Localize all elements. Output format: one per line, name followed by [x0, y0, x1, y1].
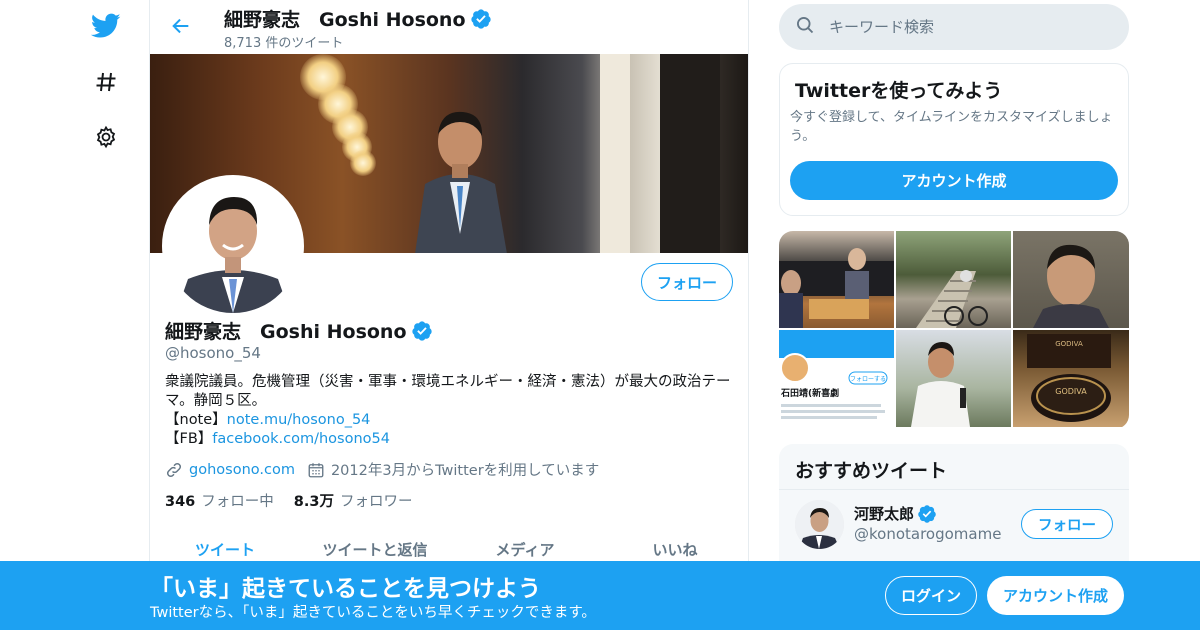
profile-avatar[interactable] [162, 175, 304, 317]
profile-handle: @hosono_54 [165, 344, 261, 362]
media-grid: フォローする石田靖(新喜劇 GODIVA GODIVA [779, 231, 1129, 429]
create-account-button[interactable]: アカウント作成 [790, 161, 1118, 200]
prompt-title: 「いま」起きていることを見つけよう [150, 576, 541, 602]
profile-stats: 346 フォロー中 8.3万 フォロワー [165, 490, 432, 511]
signup-prompt-bar: 「いま」起きていることを見つけよう Twitterなら、「いま」起きていることを… [0, 561, 1200, 630]
verified-badge-icon [411, 320, 432, 341]
follow-button[interactable]: フォロー [641, 263, 733, 301]
following-stat[interactable]: 346 フォロー中 [165, 490, 274, 511]
bio-fb-link[interactable]: facebook.com/hosono54 [212, 431, 390, 447]
header-name: 細野豪志 Goshi Hosono [224, 9, 466, 31]
profile-bio: 衆議院議員。危機管理（災害・軍事・環境エネルギー・経済・憲法）が最大の政治テーマ… [165, 373, 735, 449]
bio-note-link[interactable]: note.mu/hosono_54 [227, 412, 371, 428]
login-button[interactable]: ログイン [885, 576, 977, 615]
hashtag-icon[interactable] [90, 66, 122, 98]
signup-card: Twitterを使ってみよう 今すぐ登録して、タイムラインをカスタマイズしましょ… [779, 63, 1129, 216]
twitter-bird-icon[interactable] [90, 10, 122, 42]
followers-stat[interactable]: 8.3万 フォロワー [294, 490, 413, 511]
profile-header-bar: 細野豪志 Goshi Hosono 8,713 件のツイート [150, 0, 748, 54]
calendar-icon [307, 461, 325, 479]
search-input[interactable] [829, 18, 1109, 36]
media-tile-speech[interactable] [896, 330, 1011, 427]
divider [779, 489, 1129, 490]
banner-person [415, 111, 507, 253]
profile-name-text: 細野豪志 Goshi Hosono [165, 321, 407, 343]
profile-meta: gohosono.com 2012年3月からTwitterを利用しています [165, 459, 599, 480]
recommended-user-name-text: 河野太郎 [854, 505, 915, 523]
tile6-brand-lid: GODIVA [1055, 387, 1087, 396]
profile-name: 細野豪志 Goshi Hosono [165, 317, 433, 344]
signup-button[interactable]: アカウント作成 [987, 576, 1124, 615]
header-title: 細野豪志 Goshi Hosono [224, 5, 492, 32]
search-icon[interactable] [795, 15, 815, 39]
recommended-user-name: 河野太郎 [854, 503, 937, 524]
bio-fb-prefix: 【FB】 [165, 431, 213, 447]
gear-icon[interactable] [90, 121, 122, 153]
tile4-name-text: 石田靖(新喜劇 [780, 387, 839, 399]
following-count: 346 [165, 494, 196, 510]
profile-column: 細野豪志 Goshi Hosono 8,713 件のツイート フォロー 細野豪志… [149, 0, 749, 630]
prompt-subtitle: Twitterなら、「いま」起きていることをいち早くチェックできます。 [150, 605, 596, 621]
following-label: フォロー中 [201, 494, 274, 510]
tile4-follow-text: フォローする [850, 376, 886, 383]
verified-badge-icon [918, 504, 936, 523]
tweet-count: 8,713 件のツイート [224, 36, 344, 51]
link-icon [165, 461, 183, 479]
recommended-follow-button[interactable]: フォロー [1021, 509, 1113, 539]
recommended-title: おすすめツイート [795, 460, 948, 482]
media-tile-go-game[interactable] [779, 231, 894, 328]
media-tile-godiva-chocolate[interactable]: GODIVA GODIVA [1013, 330, 1129, 427]
joined-date: 2012年3月からTwitterを利用しています [330, 463, 600, 479]
left-nav [80, 0, 132, 630]
verified-badge-icon [470, 8, 491, 29]
followers-count: 8.3万 [293, 494, 334, 510]
search-box [779, 4, 1129, 50]
website-link[interactable]: gohosono.com [189, 462, 295, 478]
media-tile-selfie[interactable] [1013, 231, 1129, 328]
signup-card-title: Twitterを使ってみよう [795, 80, 1003, 102]
followers-label: フォロワー [339, 494, 413, 510]
back-arrow-icon[interactable] [166, 11, 196, 41]
media-tile-profile-screenshot[interactable]: フォローする石田靖(新喜劇 [779, 330, 894, 427]
recommended-user-avatar[interactable] [795, 500, 844, 549]
media-tile-stairs-bicycle[interactable] [896, 231, 1011, 328]
recommended-user-handle: @konotarogomame [854, 525, 1002, 543]
tile6-brand-top: GODIVA [1055, 340, 1083, 348]
bio-text: 衆議院議員。危機管理（災害・軍事・環境エネルギー・経済・憲法）が最大の政治テーマ… [165, 374, 731, 409]
signup-card-description: 今すぐ登録して、タイムラインをカスタマイズしましょう。 [790, 110, 1113, 144]
bio-note-prefix: 【note】 [165, 412, 227, 428]
